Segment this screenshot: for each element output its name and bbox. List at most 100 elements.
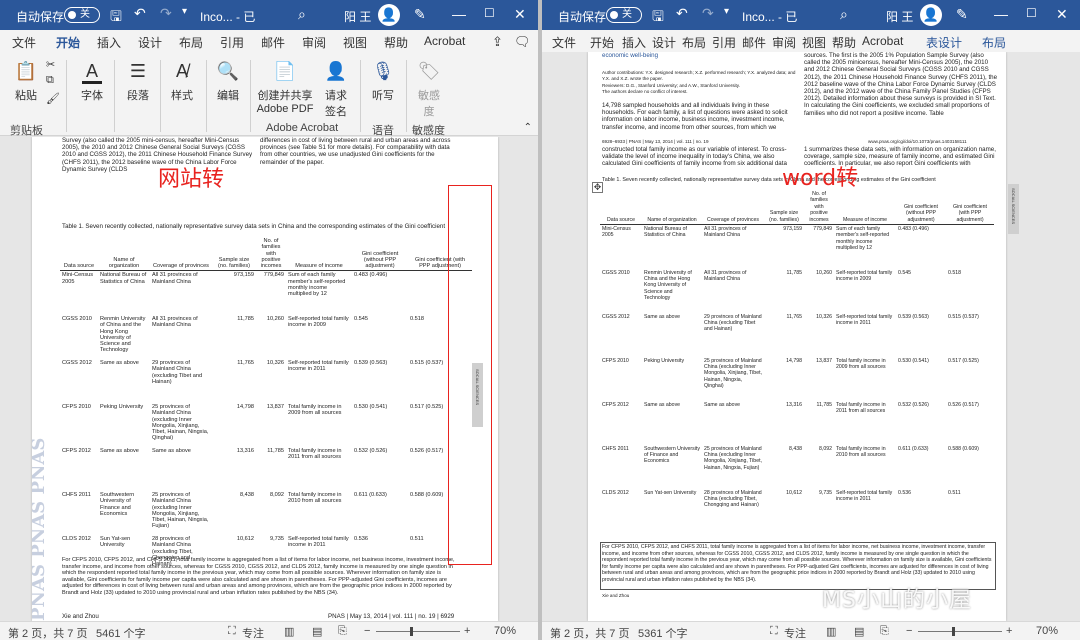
format-painter-icon[interactable]: 🖌 bbox=[46, 92, 60, 105]
undo-icon[interactable]: ↶ bbox=[676, 5, 688, 22]
focus-label[interactable]: 专注 bbox=[784, 625, 806, 640]
zoom-in-icon[interactable]: + bbox=[464, 625, 470, 637]
search-icon[interactable]: ⌕ bbox=[840, 6, 848, 23]
zoom-level[interactable]: 70% bbox=[1036, 625, 1058, 637]
editing-button[interactable]: 🔍 编辑 bbox=[210, 58, 246, 103]
tab-design[interactable]: 设计 bbox=[138, 34, 162, 51]
styles-button[interactable]: A̸ 样式 bbox=[164, 58, 200, 103]
avatar[interactable]: 👤 bbox=[920, 4, 942, 26]
collapse-ribbon-icon[interactable]: ⌃ bbox=[524, 122, 532, 133]
page-count[interactable]: 第 2 页，共 7 页 bbox=[8, 625, 87, 640]
undo-icon[interactable]: ↶ bbox=[134, 5, 146, 22]
zoom-slider-thumb[interactable] bbox=[952, 627, 955, 636]
redo-icon[interactable]: ↷ bbox=[702, 5, 714, 22]
table-move-handle-icon[interactable]: ✥ bbox=[592, 182, 603, 193]
request-sign-button[interactable]: 👤 请求 签名 bbox=[316, 58, 356, 119]
print-layout-icon[interactable]: ▤ bbox=[854, 625, 864, 638]
web-layout-icon[interactable]: ⎘ bbox=[338, 625, 347, 638]
separator bbox=[360, 60, 361, 132]
document-title[interactable]: Inco... - 已 bbox=[742, 8, 797, 25]
watermark: MS小山的小屋 bbox=[822, 588, 972, 613]
table-cell: 8,438 bbox=[240, 491, 254, 498]
close-button[interactable]: ✕ bbox=[514, 6, 526, 23]
tab-layout[interactable]: 布局 bbox=[682, 34, 706, 51]
tab-help[interactable]: 帮助 bbox=[832, 34, 856, 51]
autosave-toggle[interactable]: 关 bbox=[606, 7, 642, 23]
focus-label[interactable]: 专注 bbox=[242, 625, 264, 640]
document-title[interactable]: Inco... - 已 bbox=[200, 8, 255, 25]
sensitivity-button[interactable]: 🏷 敏感 度 bbox=[412, 58, 446, 119]
zoom-out-icon[interactable]: − bbox=[906, 625, 912, 637]
pen-icon[interactable]: ✎ bbox=[956, 6, 968, 23]
zoom-in-icon[interactable]: + bbox=[1006, 625, 1012, 637]
paste-button[interactable]: 📋 粘贴 bbox=[8, 58, 44, 103]
search-icon[interactable]: ⌕ bbox=[298, 6, 306, 23]
cut-icon[interactable]: ✂ bbox=[46, 58, 55, 71]
tab-review[interactable]: 审阅 bbox=[302, 34, 326, 51]
tab-file[interactable]: 文件 bbox=[12, 34, 36, 51]
autosave-toggle[interactable]: 关 bbox=[64, 7, 100, 23]
tab-file[interactable]: 文件 bbox=[552, 34, 576, 51]
close-button[interactable]: ✕ bbox=[1056, 6, 1068, 23]
title-bar: 自动保存 关 🖫 ↶ ↷ ▾ Inco... - 已 ⌕ 阳 王 👤 ✎ — ☐… bbox=[542, 0, 1080, 30]
maximize-button[interactable]: ☐ bbox=[484, 6, 495, 20]
highlight-box bbox=[448, 185, 492, 565]
zoom-slider[interactable] bbox=[918, 631, 1002, 632]
create-pdf-button[interactable]: 📄 创建并共享 Adobe PDF bbox=[254, 58, 316, 115]
save-icon[interactable]: 🖫 bbox=[110, 6, 122, 30]
read-mode-icon[interactable]: ▥ bbox=[284, 625, 294, 638]
table-cell: Total family income in 2009 from all sou… bbox=[288, 403, 342, 417]
tab-home[interactable]: 开始 bbox=[56, 34, 81, 55]
tab-mailings[interactable]: 邮件 bbox=[261, 34, 285, 51]
web-layout-icon[interactable]: ⎘ bbox=[880, 625, 889, 638]
word-count[interactable]: 5361 个字 bbox=[638, 625, 688, 640]
tab-references[interactable]: 引用 bbox=[220, 34, 244, 51]
tab-insert[interactable]: 插入 bbox=[97, 34, 121, 51]
tab-design[interactable]: 设计 bbox=[652, 34, 676, 51]
quick-access-dropdown-icon[interactable]: ▾ bbox=[724, 6, 729, 17]
quick-access-dropdown-icon[interactable]: ▾ bbox=[182, 6, 187, 17]
minimize-button[interactable]: — bbox=[452, 6, 466, 22]
focus-icon[interactable]: ⛶ bbox=[770, 625, 778, 638]
print-layout-icon[interactable]: ▤ bbox=[312, 625, 322, 638]
save-icon[interactable]: 🖫 bbox=[652, 6, 664, 30]
pen-icon[interactable]: ✎ bbox=[414, 6, 426, 23]
table-cell: 0.483 (0.496) bbox=[354, 272, 388, 279]
word-count[interactable]: 5461 个字 bbox=[96, 625, 146, 640]
tab-help[interactable]: 帮助 bbox=[384, 34, 408, 51]
maximize-button[interactable]: ☐ bbox=[1026, 6, 1037, 20]
copy-icon[interactable]: ⧉ bbox=[46, 74, 54, 87]
zoom-slider[interactable] bbox=[376, 631, 460, 632]
redo-icon[interactable]: ↷ bbox=[160, 5, 172, 22]
tab-review[interactable]: 审阅 bbox=[772, 34, 796, 51]
read-mode-icon[interactable]: ▥ bbox=[826, 625, 836, 638]
zoom-level[interactable]: 70% bbox=[494, 625, 516, 637]
page-count[interactable]: 第 2 页，共 7 页 bbox=[550, 625, 629, 640]
tab-table-layout[interactable]: 布局 bbox=[982, 34, 1006, 51]
tab-table-design[interactable]: 表设计 bbox=[926, 34, 962, 51]
tab-layout[interactable]: 布局 bbox=[179, 34, 203, 51]
minimize-button[interactable]: — bbox=[994, 6, 1008, 22]
tab-view[interactable]: 视图 bbox=[802, 34, 826, 51]
table-row: CFPS 2012 Same as above Same as above 13,31… bbox=[600, 401, 994, 445]
dictate-button[interactable]: 🎙 听写 bbox=[366, 58, 400, 103]
font-button[interactable]: A 字体 bbox=[74, 58, 110, 103]
zoom-out-icon[interactable]: − bbox=[364, 625, 370, 637]
tab-acrobat[interactable]: Acrobat bbox=[424, 34, 465, 48]
tab-acrobat[interactable]: Acrobat bbox=[862, 34, 903, 48]
user-name[interactable]: 阳 王 bbox=[344, 8, 371, 25]
table-cell: 25 provinces of Mainland China (excludin… bbox=[152, 403, 209, 442]
tab-insert[interactable]: 插入 bbox=[622, 34, 646, 51]
paragraph-button[interactable]: ☰ 段落 bbox=[120, 58, 156, 103]
focus-icon[interactable]: ⛶ bbox=[228, 625, 236, 638]
comment-icon[interactable]: 🗨 bbox=[514, 34, 531, 50]
table-cell: Mini-Census 2005 bbox=[62, 272, 94, 285]
zoom-slider-thumb[interactable] bbox=[410, 627, 413, 636]
avatar[interactable]: 👤 bbox=[378, 4, 400, 26]
tab-mailings[interactable]: 邮件 bbox=[742, 34, 766, 51]
tab-references[interactable]: 引用 bbox=[712, 34, 736, 51]
tab-view[interactable]: 视图 bbox=[343, 34, 367, 51]
user-name[interactable]: 阳 王 bbox=[886, 8, 913, 25]
share-icon[interactable]: ⇪ bbox=[492, 34, 503, 50]
tab-home[interactable]: 开始 bbox=[590, 34, 614, 51]
